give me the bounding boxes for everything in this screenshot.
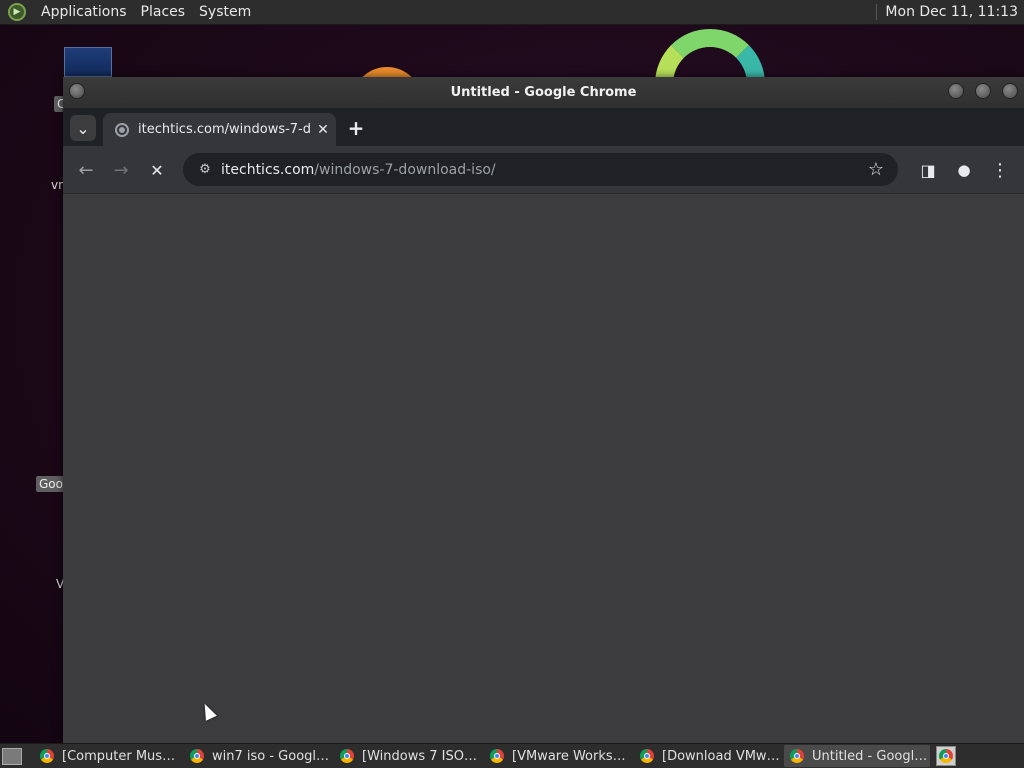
stop-loading-button[interactable]: ✕ <box>143 156 171 184</box>
window-titlebar[interactable]: Untitled - Google Chrome <box>63 77 1024 108</box>
chrome-icon <box>190 749 204 763</box>
chrome-icon <box>40 749 54 763</box>
desktop-icon-label-goo[interactable]: Goo <box>36 476 66 492</box>
tab-search-button[interactable]: ⌄ <box>70 115 96 141</box>
chrome-icon <box>340 749 354 763</box>
page-viewport[interactable] <box>63 194 1024 743</box>
maximize-button[interactable] <box>975 83 991 99</box>
menu-system[interactable]: System <box>192 4 258 20</box>
taskbar-item-active[interactable]: Untitled - Googl… <box>784 745 930 767</box>
panel-clock[interactable]: Mon Dec 11, 11:13 <box>876 4 1024 20</box>
chrome-icon <box>790 749 804 763</box>
taskbar-item[interactable]: [Download VMw… <box>634 745 780 767</box>
url-path: /windows-7-download-iso/ <box>314 161 496 178</box>
tab-title: itechtics.com/windows-7-download-iso/ <box>138 122 310 137</box>
window-title: Untitled - Google Chrome <box>450 85 637 100</box>
side-panel-button[interactable]: ◨ <box>914 156 942 184</box>
taskbar-item[interactable]: [VMware Workst… <box>484 745 630 767</box>
taskbar-item[interactable]: [Computer Muse… <box>34 745 180 767</box>
distro-logo-icon[interactable]: ▶ <box>8 3 26 21</box>
profile-button[interactable]: ● <box>950 156 978 184</box>
chevron-down-icon: ⌄ <box>76 118 90 138</box>
menu-applications[interactable]: Applications <box>34 4 134 20</box>
taskbar-item-label: [Download VMw… <box>662 748 780 764</box>
new-tab-button[interactable]: + <box>343 115 369 141</box>
close-window-button[interactable] <box>1002 83 1018 99</box>
taskbar-item[interactable]: win7 iso - Googl… <box>184 745 330 767</box>
loading-favicon-icon <box>115 122 129 137</box>
chrome-icon <box>939 749 953 763</box>
back-button[interactable]: ← <box>72 156 100 184</box>
window-menu-icon[interactable] <box>69 83 85 99</box>
taskbar-item[interactable]: [Windows 7 ISO f… <box>334 745 480 767</box>
address-bar[interactable]: ⚙ itechtics.com /windows-7-download-iso/… <box>183 153 898 186</box>
tray-chrome-icon[interactable] <box>936 746 956 766</box>
tab-active[interactable]: itechtics.com/windows-7-download-iso/ ✕ <box>103 113 336 146</box>
show-desktop-button[interactable] <box>2 747 22 765</box>
url-host: itechtics.com <box>221 161 315 178</box>
taskbar-item-label: [VMware Workst… <box>512 748 630 764</box>
bookmark-star-icon[interactable]: ☆ <box>868 159 884 180</box>
minimize-button[interactable] <box>948 83 964 99</box>
chrome-icon <box>490 749 504 763</box>
taskbar-item-label: [Computer Muse… <box>62 748 180 764</box>
taskbar-item-label: [Windows 7 ISO f… <box>362 748 480 764</box>
forward-button[interactable]: → <box>107 156 135 184</box>
chrome-window: Untitled - Google Chrome ⌄ itechtics.com… <box>63 77 1024 743</box>
menu-places[interactable]: Places <box>134 4 193 20</box>
chrome-icon <box>640 749 654 763</box>
desktop-computer-icon[interactable] <box>64 47 112 77</box>
site-info-icon[interactable]: ⚙ <box>189 162 221 177</box>
browser-toolbar: ← → ✕ ⚙ itechtics.com /windows-7-downloa… <box>63 146 1024 194</box>
taskbar-item-label: win7 iso - Googl… <box>212 748 330 764</box>
bottom-taskbar: [Computer Muse… win7 iso - Googl… [Windo… <box>0 743 1024 768</box>
top-panel: ▶ Applications Places System Mon Dec 11,… <box>0 0 1024 25</box>
taskbar-item-label: Untitled - Googl… <box>812 748 928 764</box>
tab-close-button[interactable]: ✕ <box>310 122 336 138</box>
tab-strip: ⌄ itechtics.com/windows-7-download-iso/ … <box>63 108 1024 146</box>
chrome-menu-button[interactable]: ⋮ <box>986 156 1014 184</box>
